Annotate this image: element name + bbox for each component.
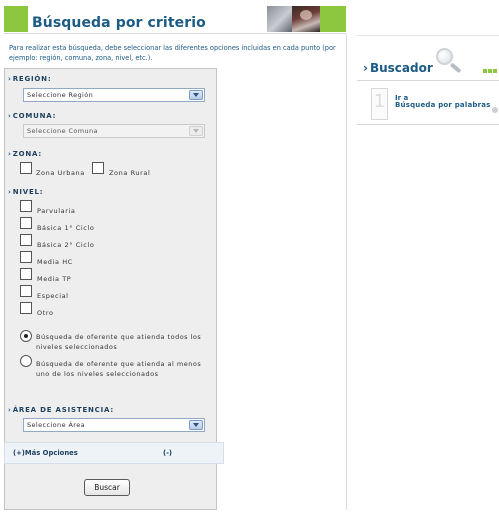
region-select[interactable]: Seleccione Región <box>23 88 205 102</box>
chevron-down-icon <box>189 126 203 136</box>
chevron-right-icon: › <box>8 406 12 414</box>
magnifier-lens <box>436 48 453 65</box>
match-all-label: Búsqueda de oferente que atienda todos l… <box>36 333 202 351</box>
dot <box>483 69 487 73</box>
area-select[interactable]: Seleccione Área <box>23 418 205 432</box>
chevron-down-icon[interactable] <box>189 90 203 100</box>
magnifier-handle <box>449 62 462 74</box>
nivel-otro-checkbox[interactable] <box>20 302 32 314</box>
match-any-radio[interactable] <box>20 355 32 367</box>
magnifier-icon <box>436 48 464 74</box>
header-photo-left <box>267 6 292 32</box>
zona-rural-label: Zona Rural <box>109 169 151 177</box>
area-label-text: ÁREA DE ASISTENCIA: <box>12 406 114 414</box>
more-options-row: (+)Más Opciones (-) <box>4 442 224 464</box>
zona-urbana-label: Zona Urbana <box>36 169 85 177</box>
nivel-media-tp-checkbox[interactable] <box>20 268 32 280</box>
match-any-label: Búsqueda de oferente que atienda al meno… <box>36 360 202 378</box>
match-all-radio[interactable] <box>20 330 32 342</box>
chevron-right-icon: › <box>363 61 368 75</box>
sidebar-top-line <box>357 35 499 36</box>
sidebar-dots <box>483 58 498 77</box>
area-label: ›ÁREA DE ASISTENCIA: <box>8 406 114 414</box>
nivel-parvularia-label: Parvularia <box>37 207 76 215</box>
nivel-otro-label: Otro <box>37 309 54 317</box>
sidebar-item-number: 1 <box>371 88 388 120</box>
header-divider <box>4 33 346 34</box>
sidebar-bullet-icon <box>492 107 498 113</box>
dot <box>488 69 492 73</box>
sidebar-title: › Buscador <box>363 61 433 75</box>
region-select-value: Seleccione Región <box>27 91 94 99</box>
nivel-media-tp-label: Media TP <box>37 275 72 283</box>
comuna-label-text: COMUNA: <box>12 112 57 120</box>
chevron-right-icon: › <box>8 150 12 158</box>
nivel-label-text: NIVEL: <box>12 188 44 196</box>
sidebar-title-text: Buscador <box>369 61 433 75</box>
header-green-square-right <box>320 6 346 32</box>
chevron-right-icon: › <box>8 188 12 196</box>
page-title: Búsqueda por criterio <box>32 15 206 31</box>
area-select-value: Seleccione Área <box>27 421 86 429</box>
comuna-label: ›COMUNA: <box>8 112 56 120</box>
more-options-link[interactable]: (+)Más Opciones <box>13 449 78 457</box>
nivel-basica1-label: Básica 1° Ciclo <box>37 224 95 232</box>
search-button[interactable]: Buscar <box>84 479 130 496</box>
comuna-select[interactable]: Seleccione Comuna <box>23 124 205 138</box>
dot <box>493 69 497 73</box>
comuna-select-value: Seleccione Comuna <box>27 127 98 135</box>
zona-urbana-checkbox[interactable] <box>20 162 32 174</box>
nivel-basica2-checkbox[interactable] <box>20 234 32 246</box>
header-photo-right <box>292 6 320 32</box>
nivel-parvularia-checkbox[interactable] <box>20 200 32 212</box>
nivel-basica1-checkbox[interactable] <box>20 217 32 229</box>
nivel-media-hc-label: Media HC <box>37 258 73 266</box>
sidebar-divider-3 <box>357 124 499 125</box>
chevron-right-icon: › <box>8 112 12 120</box>
nivel-especial-checkbox[interactable] <box>20 285 32 297</box>
nivel-label: ›NIVEL: <box>8 188 43 196</box>
instructions-text: Para realizar esta búsqueda, debe selecc… <box>9 44 336 62</box>
sidebar-divider-2 <box>357 80 499 81</box>
chevron-down-icon[interactable] <box>189 420 203 430</box>
sidebar-divider <box>346 34 347 510</box>
zona-label: ›ZONA: <box>8 150 42 158</box>
less-options-link[interactable]: (-) <box>163 449 172 457</box>
region-label: ›REGIÓN: <box>8 75 51 83</box>
nivel-especial-label: Especial <box>37 292 69 300</box>
header-green-square <box>4 6 28 32</box>
zona-label-text: ZONA: <box>12 150 42 158</box>
chevron-right-icon: › <box>8 75 12 83</box>
nivel-media-hc-checkbox[interactable] <box>20 251 32 263</box>
zona-rural-checkbox[interactable] <box>92 162 104 174</box>
region-label-text: REGIÓN: <box>12 75 52 83</box>
sidebar-link-keyword-search[interactable]: Búsqueda por palabras <box>395 101 491 109</box>
nivel-basica2-label: Básica 2° Ciclo <box>37 241 95 249</box>
